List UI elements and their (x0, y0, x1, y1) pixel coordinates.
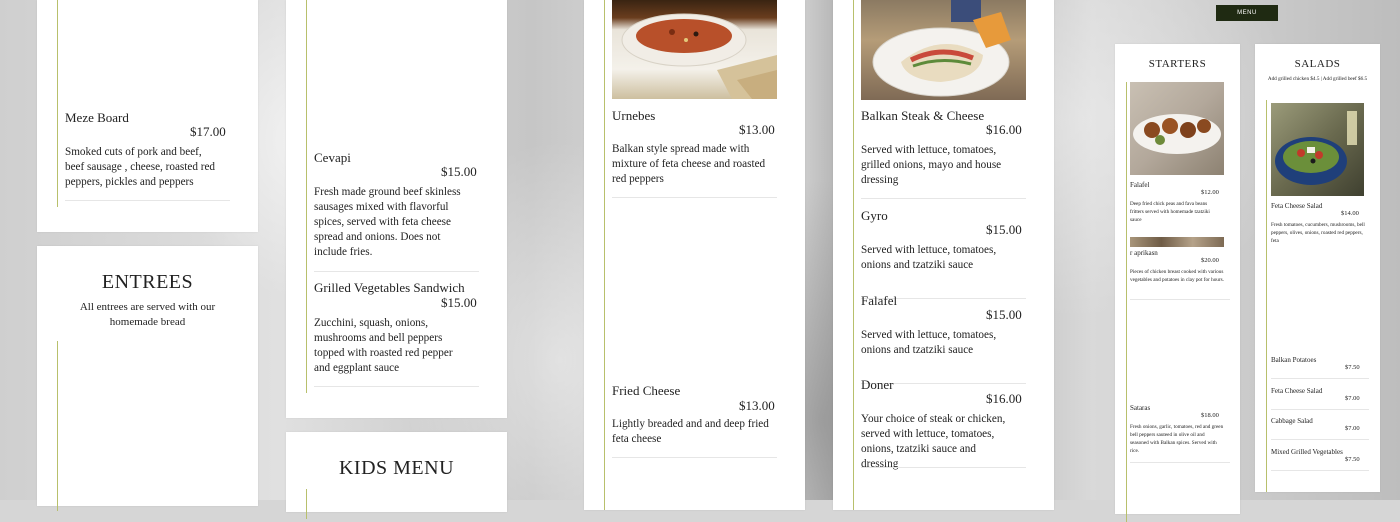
entrees-card: ENTREES All entrees are served with our … (37, 246, 258, 511)
item-price: $13.00 (739, 122, 775, 137)
item-description: Balkan style spread made with mixture of… (612, 143, 766, 185)
item-price: $12.00 (1201, 189, 1219, 196)
salads-mini-card: SALADS Add grilled chicken $4.5 | Add gr… (1255, 44, 1380, 492)
item-description: Served with lettuce, tomatoes, grilled o… (861, 144, 1002, 186)
item-name: Doner (861, 377, 894, 392)
item-price: $20.00 (1201, 257, 1219, 264)
item-price: $18.00 (1201, 412, 1219, 419)
sandwiches-card: Balkan Steak & Cheese $16.00 Served with l… (833, 0, 1054, 510)
starters-wide-card: Urnebes $13.00 Balkan style spread made … (584, 0, 805, 510)
item-name: Feta Cheese Salad (1271, 202, 1323, 210)
item-description: Your choice of steak or chicken, served … (861, 413, 1006, 470)
accent-line (57, 341, 58, 511)
item-name: r aprikasn (1130, 249, 1158, 257)
section-title-salads: SALADS (1294, 58, 1341, 70)
steak-sandwich-photo (861, 0, 1026, 100)
item-description: Pieces of chicken breast cooked with var… (1130, 269, 1224, 283)
item-description: Lightly breaded and and deep fried feta … (612, 418, 769, 445)
item-price: $17.00 (190, 124, 226, 139)
side-item-price: $7.00 (1345, 425, 1360, 432)
falafel-photo (1130, 82, 1224, 175)
item-price: $15.00 (441, 164, 477, 179)
feta-salad-photo (1271, 103, 1364, 196)
item-description: Fresh onions, garlic, tomatoes, red and … (1130, 424, 1224, 454)
item-description: Served with lettuce, tomatoes, onions an… (861, 329, 997, 356)
accent-line (1126, 82, 1127, 522)
side-item-name: Feta Cheese Salad (1271, 386, 1323, 395)
food-photo-strip (1130, 237, 1224, 247)
item-description: Deep fried chick peas and fava beans fri… (1130, 201, 1210, 223)
item-price: $13.00 (739, 398, 775, 413)
item-name: Fried Cheese (612, 383, 681, 398)
item-description: Served with lettuce, tomatoes, onions an… (861, 244, 997, 271)
accent-line (1266, 100, 1267, 492)
item-name: Balkan Steak & Cheese (861, 108, 985, 123)
divider (861, 467, 1026, 468)
side-item-price: $7.50 (1345, 364, 1360, 371)
divider (65, 200, 230, 201)
cevapi-card: Cevapi $15.00 Fresh made ground beef ski… (286, 0, 507, 418)
section-title-kids-menu: KIDS MENU (338, 457, 455, 479)
item-price: $15.00 (986, 222, 1022, 237)
item-name: Grilled Vegetables Sandwich (314, 280, 465, 295)
divider (1130, 462, 1230, 463)
item-name: Gyro (861, 208, 888, 223)
section-subtitle: All entrees are served with our homemade… (79, 301, 216, 328)
kids-menu-card: KIDS MENU (286, 432, 507, 519)
menu-button[interactable]: MENU (1216, 5, 1278, 21)
side-item-name: Mixed Grilled Vegetables (1271, 447, 1343, 456)
divider (612, 457, 777, 458)
meze-card: Meze Board $17.00 Smoked cuts of pork an… (37, 0, 258, 232)
accent-line (57, 0, 58, 207)
accent-line (306, 489, 307, 519)
item-price: $16.00 (986, 391, 1022, 406)
divider (612, 197, 777, 198)
divider (1271, 469, 1369, 471)
accent-line (306, 0, 307, 393)
item-name: Falafel (1130, 181, 1150, 189)
urnebes-photo (612, 0, 777, 99)
side-item-price: $7.50 (1345, 455, 1360, 463)
side-item-price: $7.00 (1345, 394, 1360, 402)
item-name: Falafel (861, 293, 898, 308)
item-name: Sataras (1130, 404, 1151, 412)
section-title-starters: STARTERS (1148, 58, 1207, 70)
item-price: $15.00 (986, 307, 1022, 322)
item-name: Meze Board (65, 110, 129, 125)
item-name: Cevapi (314, 150, 351, 165)
accent-line (853, 0, 854, 510)
divider (314, 271, 479, 272)
section-title-entrees: ENTREES (101, 271, 194, 293)
divider (314, 386, 479, 387)
item-price: $14.00 (1341, 210, 1359, 217)
item-description: Zucchini, squash, onions, mushrooms and … (314, 317, 453, 374)
item-description: Fresh tomatoes, cucumbers, mushrooms, be… (1271, 222, 1365, 244)
starters-mini-card: STARTERS Falafel $12.00 Deep fried chick… (1115, 44, 1240, 522)
item-price: $16.00 (986, 122, 1022, 137)
divider (1271, 408, 1369, 410)
divider (861, 198, 1026, 199)
item-description: Smoked cuts of pork and beef, beef sausa… (65, 146, 216, 188)
item-price: $15.00 (441, 295, 477, 310)
side-item-name: Balkan Potatoes (1271, 356, 1317, 364)
item-name: Urnebes (612, 108, 656, 123)
accent-line (604, 0, 605, 510)
divider (1130, 299, 1230, 300)
side-item-name: Cabbage Salad (1271, 417, 1313, 425)
divider (1271, 439, 1369, 440)
divider (1271, 378, 1369, 379)
item-description: Fresh made ground beef skinless sausages… (314, 186, 461, 258)
section-subtitle: Add grilled chicken $4.5 | Add grilled b… (1267, 76, 1368, 82)
